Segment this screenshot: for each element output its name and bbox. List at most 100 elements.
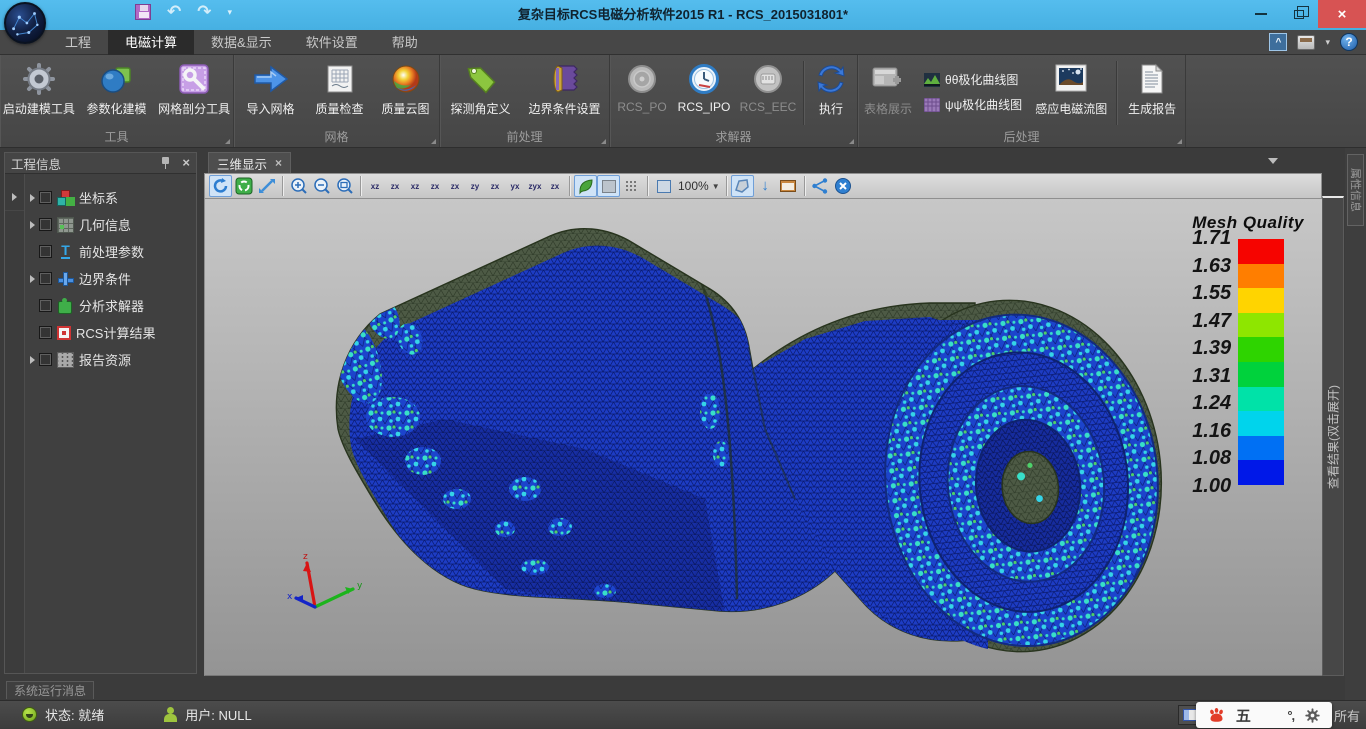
tree-item-geometry-info[interactable]: 几何信息 bbox=[25, 211, 196, 238]
view-orientation-button[interactable]: zx bbox=[485, 175, 505, 197]
view-orientation-buttons: xzzxxzzxzxzyzxyxzyxzx bbox=[365, 175, 565, 197]
rcs-ipo-button[interactable]: RCS_IPO bbox=[673, 59, 735, 114]
expand-icon[interactable] bbox=[30, 221, 35, 229]
flat-mode-button[interactable] bbox=[597, 175, 620, 197]
tab-software-settings[interactable]: 软件设置 bbox=[289, 30, 375, 55]
group-expander-icon[interactable] bbox=[431, 139, 436, 144]
checkbox[interactable] bbox=[39, 218, 52, 231]
ime-punctuation-button[interactable]: °, bbox=[1287, 708, 1294, 723]
table-display-button[interactable]: 表格展示 bbox=[858, 59, 918, 117]
ime-toolbar[interactable]: 五 °, bbox=[1196, 702, 1332, 728]
results-collapsed-panel[interactable]: 查看结果(双击展开) bbox=[1322, 196, 1344, 676]
drop-down-view-button[interactable]: ↓ bbox=[754, 175, 777, 197]
system-messages-tab[interactable]: 系统运行消息 bbox=[6, 681, 94, 699]
book-icon bbox=[548, 61, 582, 97]
view-orientation-button[interactable]: yx bbox=[505, 175, 525, 197]
tab-data-display[interactable]: 数据&显示 bbox=[194, 30, 289, 55]
minimize-button[interactable] bbox=[1242, 0, 1280, 28]
checkbox[interactable] bbox=[39, 191, 52, 204]
tab-project[interactable]: 工程 bbox=[48, 30, 108, 55]
rotate-view-button[interactable] bbox=[209, 175, 232, 197]
app-logo[interactable] bbox=[4, 2, 46, 44]
tree-item-rcs-results[interactable]: RCS计算结果 bbox=[25, 319, 196, 346]
ime-mode-button[interactable]: 五 bbox=[1236, 705, 1251, 726]
close-button[interactable]: × bbox=[1318, 0, 1366, 28]
view-orientation-button[interactable]: zyx bbox=[525, 175, 545, 197]
view-orientation-button[interactable]: xz bbox=[405, 175, 425, 197]
tabbar-overflow-icon[interactable] bbox=[1268, 158, 1278, 164]
tab-close-icon[interactable]: × bbox=[275, 156, 282, 170]
pan-view-button[interactable] bbox=[255, 175, 278, 197]
rcs-eec-button[interactable]: RCS_EEC bbox=[735, 59, 801, 114]
polygon-select-button[interactable] bbox=[731, 175, 754, 197]
tab-em-compute[interactable]: 电磁计算 bbox=[108, 30, 194, 55]
zoom-out-button[interactable] bbox=[310, 175, 333, 197]
close-view-button[interactable] bbox=[832, 175, 855, 197]
zoom-level-value[interactable]: 100% bbox=[678, 179, 709, 193]
spin-view-button[interactable] bbox=[232, 175, 255, 197]
quality-cloud-button[interactable]: 质量云图 bbox=[374, 59, 438, 117]
tree-item-boundary-conditions[interactable]: 边界条件 bbox=[25, 265, 196, 292]
zoom-dropdown-icon[interactable]: ▼ bbox=[712, 182, 720, 191]
group-expander-icon[interactable] bbox=[1177, 139, 1182, 144]
checkbox[interactable] bbox=[39, 245, 52, 258]
view-orientation-button[interactable]: xz bbox=[365, 175, 385, 197]
psi-polar-curve-button[interactable]: ψψ极化曲线图 bbox=[924, 96, 1022, 113]
checkbox[interactable] bbox=[39, 353, 52, 366]
capture-button[interactable] bbox=[777, 175, 800, 197]
panel-close-icon[interactable]: × bbox=[182, 157, 190, 169]
share-flow-button[interactable] bbox=[809, 175, 832, 197]
ime-settings-gear-icon[interactable] bbox=[1305, 708, 1320, 723]
launch-modeling-tool-button[interactable]: 启动建模工具 bbox=[0, 59, 78, 117]
expand-icon[interactable] bbox=[30, 275, 35, 283]
execute-button[interactable]: 执行 bbox=[806, 59, 856, 117]
zoom-fit-button[interactable] bbox=[333, 175, 356, 197]
collapse-ribbon-icon[interactable]: ^ bbox=[1269, 33, 1287, 51]
quality-check-button[interactable]: 质量检查 bbox=[306, 59, 374, 117]
view-orientation-button[interactable]: zx bbox=[385, 175, 405, 197]
group-expander-icon[interactable] bbox=[601, 139, 606, 144]
parametric-modeling-button[interactable]: 参数化建模 bbox=[78, 59, 156, 117]
group-expander-icon[interactable] bbox=[849, 139, 854, 144]
style-dropdown-icon[interactable]: ▾ bbox=[1325, 37, 1330, 48]
window-style-icon[interactable] bbox=[1297, 35, 1315, 50]
ime-logo-paw-icon[interactable] bbox=[1208, 707, 1225, 723]
help-icon[interactable]: ? bbox=[1340, 33, 1358, 51]
expand-icon[interactable] bbox=[30, 356, 35, 364]
checkbox[interactable] bbox=[39, 326, 52, 339]
properties-collapsed-tab[interactable]: 属性信息 bbox=[1347, 154, 1364, 226]
tree-item-coordinate-system[interactable]: 坐标系 bbox=[25, 184, 196, 211]
boundary-settings-button[interactable]: 边界条件设置 bbox=[521, 59, 609, 117]
group-label-preprocess: 前处理 bbox=[446, 128, 603, 145]
zoom-preset-button[interactable] bbox=[652, 175, 675, 197]
tree-item-analysis-solver[interactable]: 分析求解器 bbox=[25, 292, 196, 319]
rcs-po-button[interactable]: RCS_PO bbox=[611, 59, 673, 114]
import-mesh-button[interactable]: 导入网格 bbox=[236, 59, 306, 117]
checkbox[interactable] bbox=[39, 272, 52, 285]
view-orientation-button[interactable]: zx bbox=[425, 175, 445, 197]
theta-polar-curve-button[interactable]: θθ极化曲线图 bbox=[924, 71, 1022, 88]
pin-icon[interactable] bbox=[161, 157, 170, 169]
checkbox[interactable] bbox=[39, 299, 52, 312]
root-expander-icon[interactable] bbox=[5, 184, 24, 211]
tab-3d-display[interactable]: 三维显示 × bbox=[208, 152, 291, 173]
ime-fullhalf-moon-icon[interactable] bbox=[1262, 708, 1276, 722]
view-orientation-button[interactable]: zx bbox=[545, 175, 565, 197]
generate-report-button[interactable]: 生成报告 bbox=[1119, 59, 1185, 117]
group-expander-icon[interactable] bbox=[225, 139, 230, 144]
restore-button[interactable] bbox=[1280, 0, 1318, 28]
shaded-mode-button[interactable] bbox=[574, 175, 597, 197]
points-mode-button[interactable] bbox=[620, 175, 643, 197]
tree-item-report-resources[interactable]: 报告资源 bbox=[25, 346, 196, 373]
induced-current-map-button[interactable]: 感应电磁流图 bbox=[1028, 59, 1114, 117]
view-orientation-button[interactable]: zx bbox=[445, 175, 465, 197]
mesh-partition-tool-button[interactable]: 网格剖分工具 bbox=[155, 59, 233, 117]
probe-angle-button[interactable]: 探测角定义 bbox=[441, 59, 521, 117]
viewport-3d[interactable]: z y x Mesh Quality 1.711.631.551.471.391… bbox=[204, 199, 1322, 676]
tree-item-preprocess-params[interactable]: 前处理参数 bbox=[25, 238, 196, 265]
zoom-in-button[interactable] bbox=[287, 175, 310, 197]
view-orientation-button[interactable]: zy bbox=[465, 175, 485, 197]
clock-icon bbox=[688, 61, 720, 97]
expand-icon[interactable] bbox=[30, 194, 35, 202]
tab-help[interactable]: 帮助 bbox=[375, 30, 435, 55]
